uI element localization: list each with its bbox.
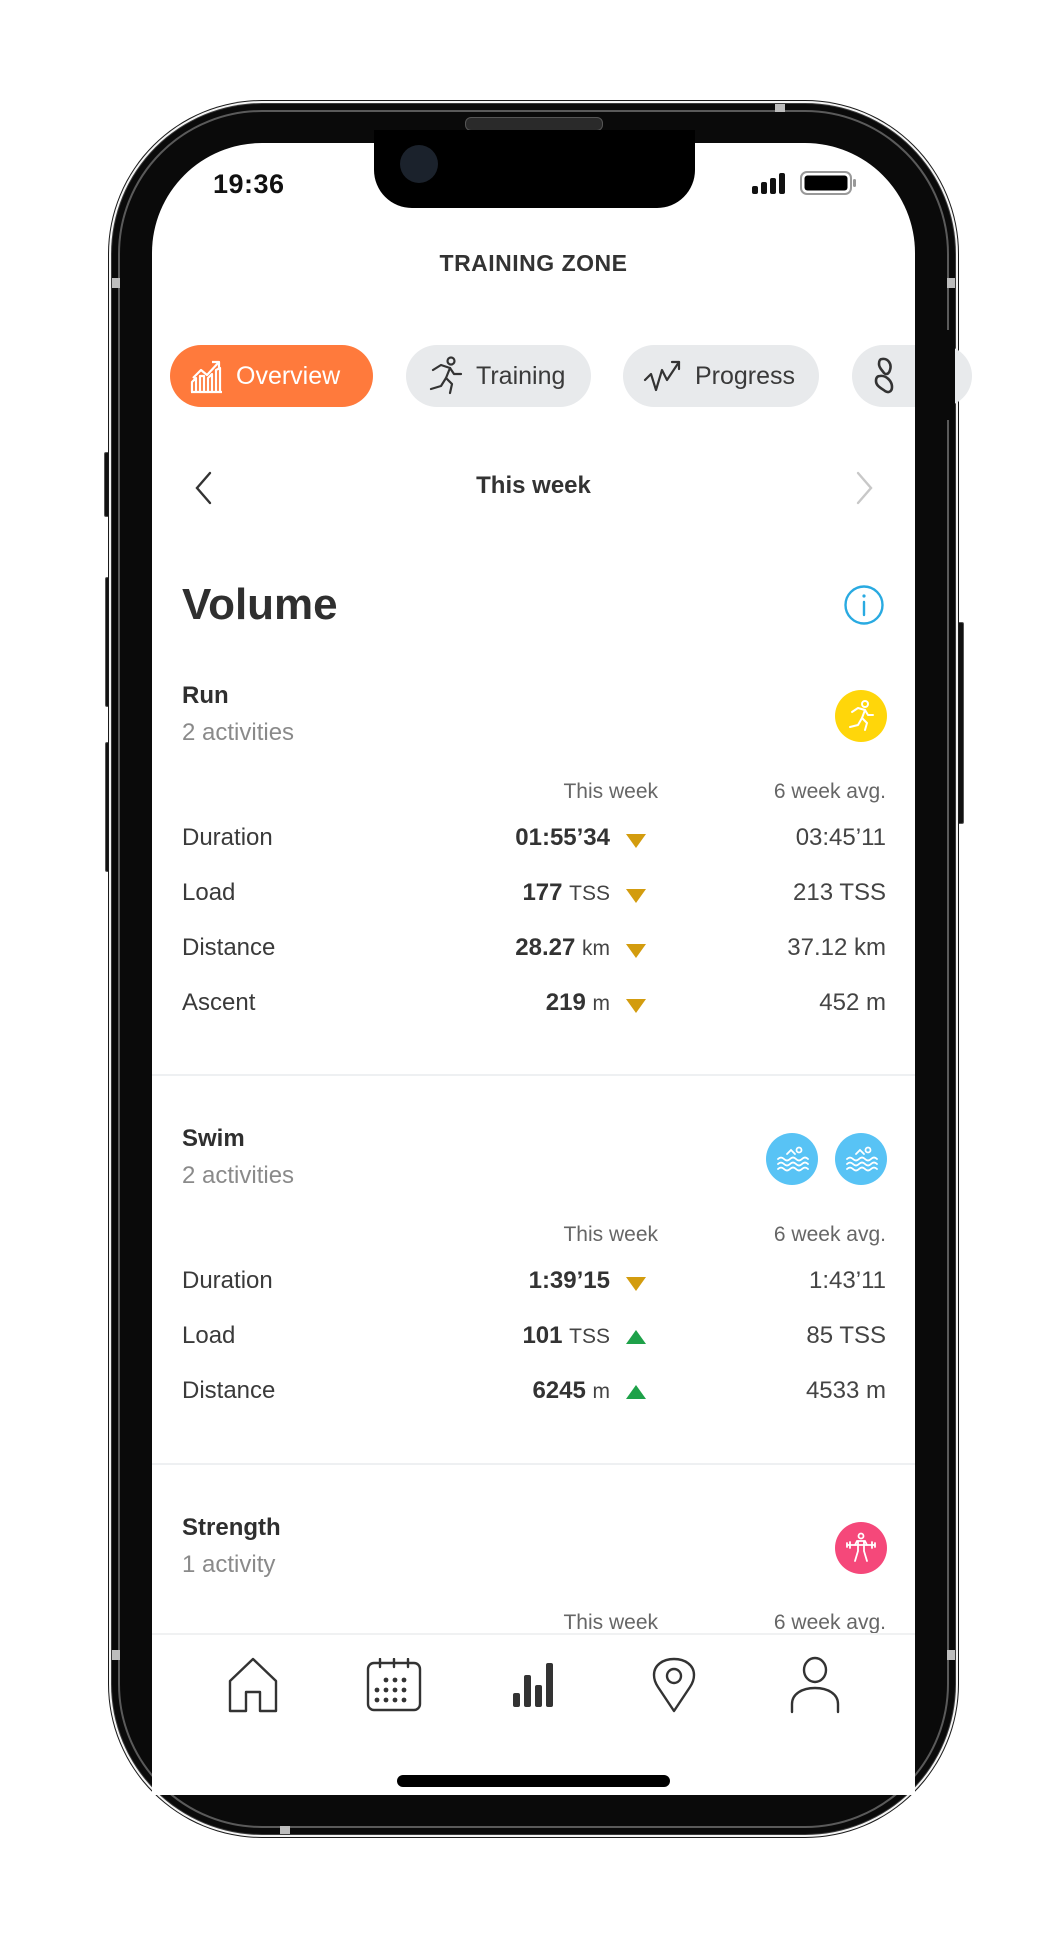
value-unit: km [582,937,610,960]
weightlifting-icon [835,1522,887,1574]
map-pin-icon [652,1657,696,1713]
tab-label: Progress [695,361,796,390]
trend-down-icon [626,1277,646,1291]
front-camera [400,145,438,183]
nav-training-zone[interactable] [504,1655,564,1715]
info-icon[interactable] [843,584,885,626]
row-label: Distance [182,1377,276,1404]
nav-home[interactable] [223,1655,283,1715]
status-time: 19:36 [213,169,285,199]
value-number: 219 [545,989,586,1016]
column-header-6-week-avg: 6 week avg. [773,1223,886,1246]
row-average: 452 m [819,989,886,1016]
activity-count: 2 activities [182,719,295,746]
trend-down-icon [626,999,646,1013]
runner-icon [429,356,463,395]
row-label: Distance [182,934,276,961]
value-number: 101 [522,1322,563,1349]
antenna-band [775,104,785,112]
footprints-icon [874,357,894,394]
value-unit: TSS [569,882,610,905]
bar-chart-icon [513,1663,553,1707]
tab-overview[interactable]: Overview [170,345,373,407]
trend-down-icon [626,944,646,958]
row-label: Ascent [182,989,256,1016]
antenna-band [280,1826,290,1834]
trend-up-icon [626,1330,646,1344]
row-value: 28.27 km [515,934,610,962]
tab-label: Overview [236,361,341,390]
trend-down-icon [626,834,646,848]
calendar-icon [366,1658,422,1712]
trend-down-icon [626,889,646,903]
period-label: This week [476,472,591,499]
value-number: 28.27 [515,934,576,961]
antenna-band [112,1650,120,1660]
column-header-this-week: This week [563,780,658,803]
run-icon [835,690,887,742]
cellular-signal-icon [752,173,785,194]
row-average: 03:45’11 [795,824,886,851]
value-unit: m [592,992,611,1015]
page-title: TRAINING ZONE [439,250,628,276]
row-value: 101 TSS [522,1322,610,1350]
section-title: Swim [182,1125,245,1152]
column-header-this-week: This week [563,1611,658,1634]
value-unit: m [592,1380,611,1403]
power-button [954,622,964,824]
column-header-6-week-avg: 6 week avg. [773,1611,886,1634]
row-value: 177 TSS [522,879,610,907]
nav-calendar[interactable] [364,1655,424,1715]
activity-count: 2 activities [182,1162,295,1189]
chevron-right-icon[interactable] [852,470,876,506]
nav-profile[interactable] [785,1655,845,1715]
row-average: 1:43’11 [809,1267,886,1294]
row-label: Duration [182,1267,273,1294]
section-title: Run [182,682,229,709]
value-number: 177 [522,879,563,906]
nav-map[interactable] [644,1655,704,1715]
row-value: 1:39’15 [529,1267,610,1295]
value-number: 6245 [532,1377,586,1404]
row-value: 01:55’34 [515,824,610,852]
home-indicator[interactable] [397,1775,670,1787]
row-average: 37.12 km [787,934,886,961]
profile-icon [790,1656,840,1714]
antenna-band [947,1650,955,1660]
section-divider [152,1074,915,1076]
column-header-6-week-avg: 6 week avg. [773,780,886,803]
tab-label: Training [476,361,566,390]
earpiece-speaker [465,117,603,131]
chart-trend-icon [190,360,222,394]
trend-up-icon [626,1385,646,1399]
row-label: Load [182,879,236,906]
antenna-band [112,278,120,288]
row-label: Load [182,1322,236,1349]
column-header-this-week: This week [563,1223,658,1246]
value-number: 1:39’15 [528,1267,610,1294]
row-value: 219 m [546,989,610,1017]
row-average: 4533 m [805,1377,886,1404]
tab-overflow-mask [915,330,955,420]
volume-title: Volume [182,580,338,629]
section-title: Strength [182,1514,281,1541]
swim-icon [835,1133,887,1185]
value-unit: TSS [569,1325,610,1348]
row-label: Duration [182,824,273,851]
value-number: 01:55’34 [515,824,610,851]
row-value: 6245 m [532,1377,610,1405]
home-icon [228,1657,278,1713]
tab-training[interactable]: Training [406,345,591,407]
progress-line-icon [643,360,681,392]
row-average: 213 TSS [793,879,886,906]
row-average: 85 TSS [806,1322,886,1349]
section-divider [152,1463,915,1465]
tab-progress[interactable]: Progress [623,345,819,407]
antenna-band [947,278,955,288]
swim-icon [766,1133,818,1185]
activity-count: 1 activity [182,1551,276,1578]
battery-full-icon [800,171,856,195]
